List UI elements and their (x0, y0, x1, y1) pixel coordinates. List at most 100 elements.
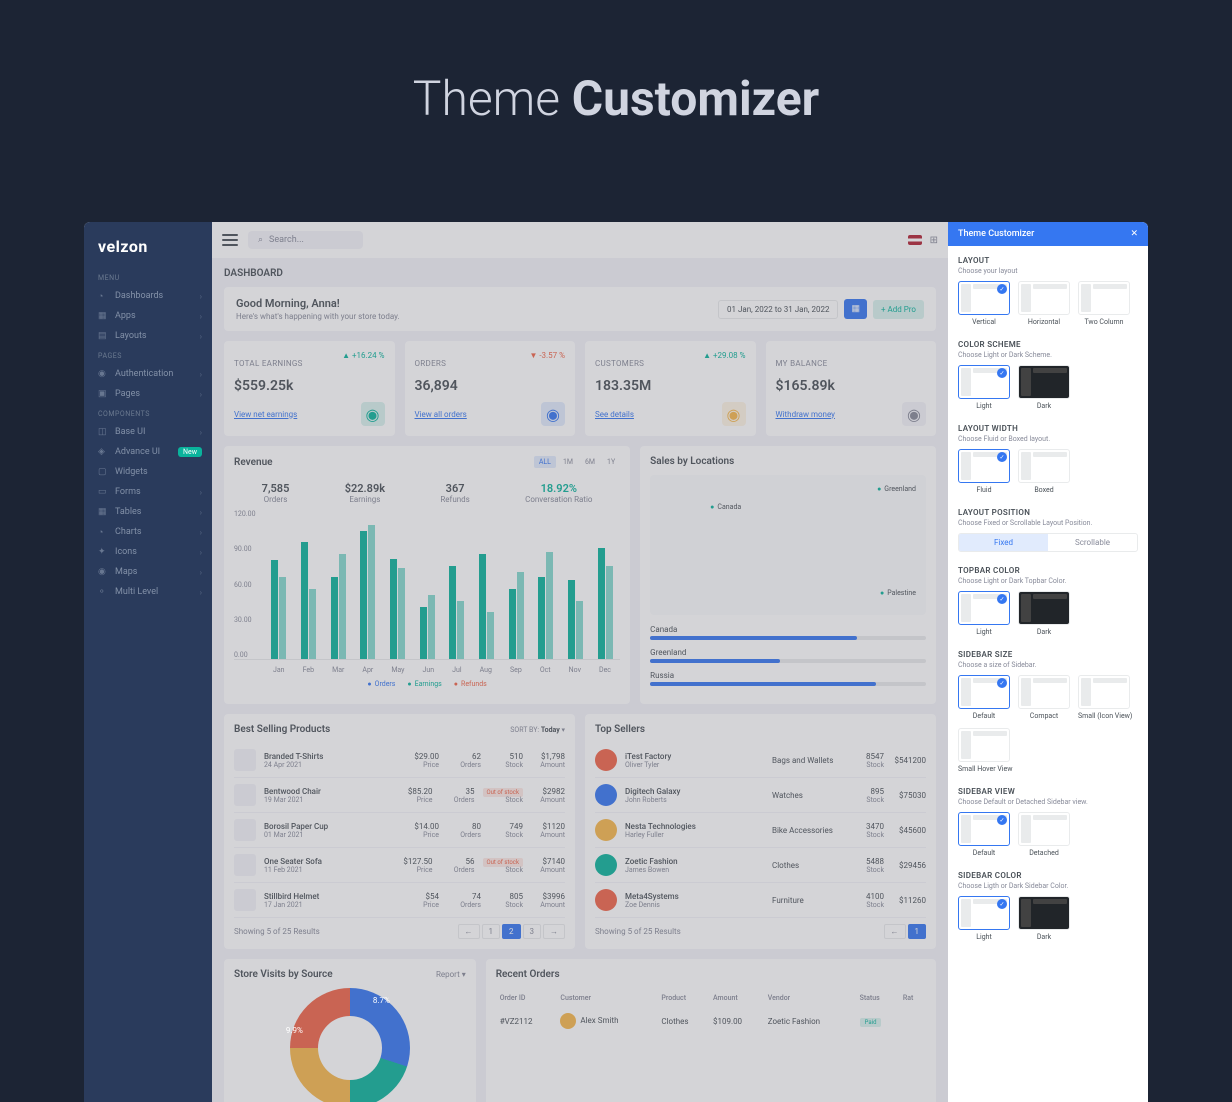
seller-row[interactable]: Zoetic FashionJames Bowen Clothes 5488St… (595, 848, 926, 883)
layout-icon: ▤ (98, 331, 108, 341)
page-1[interactable]: 1 (908, 924, 927, 939)
seller-row[interactable]: Nesta TechnologiesHarley Fuller Bike Acc… (595, 813, 926, 848)
tab-1y[interactable]: 1Y (602, 456, 620, 468)
sidebar-pages[interactable]: ▣Pages› (84, 384, 212, 404)
theme-option[interactable]: ✓Default (958, 675, 1010, 720)
theme-option[interactable]: ✓Default (958, 812, 1010, 857)
customizer-section: SIDEBAR SIZEChoose a size of Sidebar.✓De… (958, 650, 1138, 773)
sidebar-maps[interactable]: ◉Maps› (84, 562, 212, 582)
stat-link[interactable]: View all orders (415, 410, 467, 419)
new-badge: New (178, 447, 202, 457)
seller-avatar (595, 784, 617, 806)
greeting-card: Good Morning, Anna! Here's what's happen… (224, 287, 936, 331)
seller-row[interactable]: iTest FactoryOliver Tyler Bags and Walle… (595, 743, 926, 778)
customizer-section: LAYOUTChoose your layout✓VerticalHorizon… (958, 256, 1138, 326)
theme-option[interactable]: Small (Icon View) (1078, 675, 1132, 720)
page-2[interactable]: 2 (502, 924, 521, 939)
card-title: Revenue (234, 457, 273, 468)
theme-option[interactable]: Detached (1018, 812, 1070, 857)
chevron-right-icon: › (200, 332, 202, 341)
sidebar-auth[interactable]: ◉Authentication› (84, 364, 212, 384)
best-selling-card: Best Selling Products SORT BY: Today ▾ B… (224, 714, 575, 949)
theme-option[interactable]: ✓Light (958, 591, 1010, 636)
chevron-right-icon: › (200, 292, 202, 301)
theme-option[interactable]: ✓Light (958, 896, 1010, 941)
product-row[interactable]: Borosil Paper Cup01 Mar 2021 $14.00Price… (234, 813, 565, 848)
theme-option[interactable]: Dark (1018, 591, 1070, 636)
sidebar-dashboards[interactable]: ◔Dashboards› (84, 286, 212, 306)
tab-6m[interactable]: 6M (580, 456, 600, 468)
page-next[interactable]: → (543, 924, 565, 939)
seller-row[interactable]: Meta4SystemsZoe Dennis Furniture 4100Sto… (595, 883, 926, 918)
page-prev[interactable]: ← (884, 924, 906, 939)
product-row[interactable]: One Seater Sofa11 Feb 2021 $127.50Price … (234, 848, 565, 883)
calendar-button[interactable]: ▦ (844, 299, 867, 319)
gauge-icon: ◔ (98, 291, 108, 301)
theme-option[interactable]: ✓Fluid (958, 449, 1010, 494)
date-range[interactable]: 01 Jan, 2022 to 31 Jan, 2022 (718, 300, 838, 319)
grid-icon[interactable]: ⊞ (930, 235, 938, 246)
chevron-right-icon: › (200, 312, 202, 321)
report-dropdown[interactable]: Report ▾ (436, 970, 466, 979)
segment-option[interactable]: Scrollable (1048, 534, 1137, 551)
sidebar-baseui[interactable]: ◫Base UI› (84, 422, 212, 442)
sidebar-section: PAGES (84, 346, 212, 364)
map-pin: Greenland (877, 485, 916, 493)
theme-option[interactable]: ✓Vertical (958, 281, 1010, 326)
product-image (234, 854, 256, 876)
page-1[interactable]: 1 (482, 924, 501, 939)
sidebar-apps[interactable]: ▦Apps› (84, 306, 212, 326)
logo: velzon (84, 232, 212, 268)
theme-option[interactable]: Small Hover View (958, 728, 1012, 773)
theme-option[interactable]: Boxed (1018, 449, 1070, 494)
segment-option[interactable]: Fixed (959, 534, 1048, 551)
theme-option[interactable]: Dark (1018, 896, 1070, 941)
locations-card: Sales by Locations Greenland Canada Pale… (640, 446, 936, 704)
seller-avatar (595, 854, 617, 876)
theme-option[interactable]: Compact (1018, 675, 1070, 720)
page-prev[interactable]: ← (458, 924, 480, 939)
sidebar-charts[interactable]: ◔Charts› (84, 522, 212, 542)
theme-option[interactable]: Two Column (1078, 281, 1130, 326)
theme-option[interactable]: Dark (1018, 365, 1070, 410)
tab-1m[interactable]: 1M (558, 456, 578, 468)
sidebar-multilevel[interactable]: ⚬Multi Level› (84, 582, 212, 602)
sidebar-icons[interactable]: ✦Icons› (84, 542, 212, 562)
seller-avatar (595, 889, 617, 911)
sidebar-layouts[interactable]: ▤Layouts› (84, 326, 212, 346)
customizer-section: SIDEBAR COLORChoose Ligth or Dark Sideba… (958, 871, 1138, 941)
product-row[interactable]: Bentwood Chair19 Mar 2021 $85.20Price 35… (234, 778, 565, 813)
page-icon: ▣ (98, 389, 108, 399)
hamburger-icon[interactable] (222, 234, 238, 246)
theme-option[interactable]: Horizontal (1018, 281, 1070, 326)
theme-option[interactable]: ✓Light (958, 365, 1010, 410)
tab-all[interactable]: ALL (534, 456, 556, 468)
add-product-button[interactable]: + Add Pro (873, 300, 924, 319)
stat-icon: ◉ (902, 402, 926, 426)
page-3[interactable]: 3 (523, 924, 542, 939)
product-row[interactable]: Branded T-Shirts24 Apr 2021 $29.00Price … (234, 743, 565, 778)
sidebar-widgets[interactable]: ▢Widgets (84, 462, 212, 482)
sort-dropdown[interactable]: SORT BY: Today ▾ (510, 726, 565, 734)
card-title: Recent Orders (496, 969, 560, 980)
greeting-sub: Here's what's happening with your store … (236, 312, 400, 321)
product-image (234, 784, 256, 806)
sidebar-advanceui[interactable]: ◈Advance UINew (84, 442, 212, 462)
search-input[interactable]: ⌕Search... (248, 231, 363, 249)
stat-link[interactable]: Withdraw money (776, 410, 835, 419)
seller-row[interactable]: Digitech GalaxyJohn Roberts Watches 895S… (595, 778, 926, 813)
table-row[interactable]: #VZ2112 Alex Smith Clothes $109.00 Zoeti… (498, 1008, 924, 1034)
sidebar-forms[interactable]: ▭Forms› (84, 482, 212, 502)
customizer-section: SIDEBAR VIEWChoose Default or Detached S… (958, 787, 1138, 857)
close-icon[interactable]: ✕ (1130, 229, 1138, 239)
customizer-section: LAYOUT WIDTHChoose Fluid or Boxed layout… (958, 424, 1138, 494)
stat-link[interactable]: See details (595, 410, 634, 419)
product-image (234, 749, 256, 771)
card-title: Store Visits by Source (234, 969, 333, 980)
sidebar-tables[interactable]: ▦Tables› (84, 502, 212, 522)
flag-icon[interactable] (908, 235, 922, 245)
stat-link[interactable]: View net earnings (234, 410, 297, 419)
theme-customizer-panel: Theme Customizer ✕ LAYOUTChoose your lay… (948, 222, 1148, 1102)
sidebar-section: COMPONENTS (84, 404, 212, 422)
product-row[interactable]: Stillbird Helmet17 Jan 2021 $54Price 74O… (234, 883, 565, 918)
